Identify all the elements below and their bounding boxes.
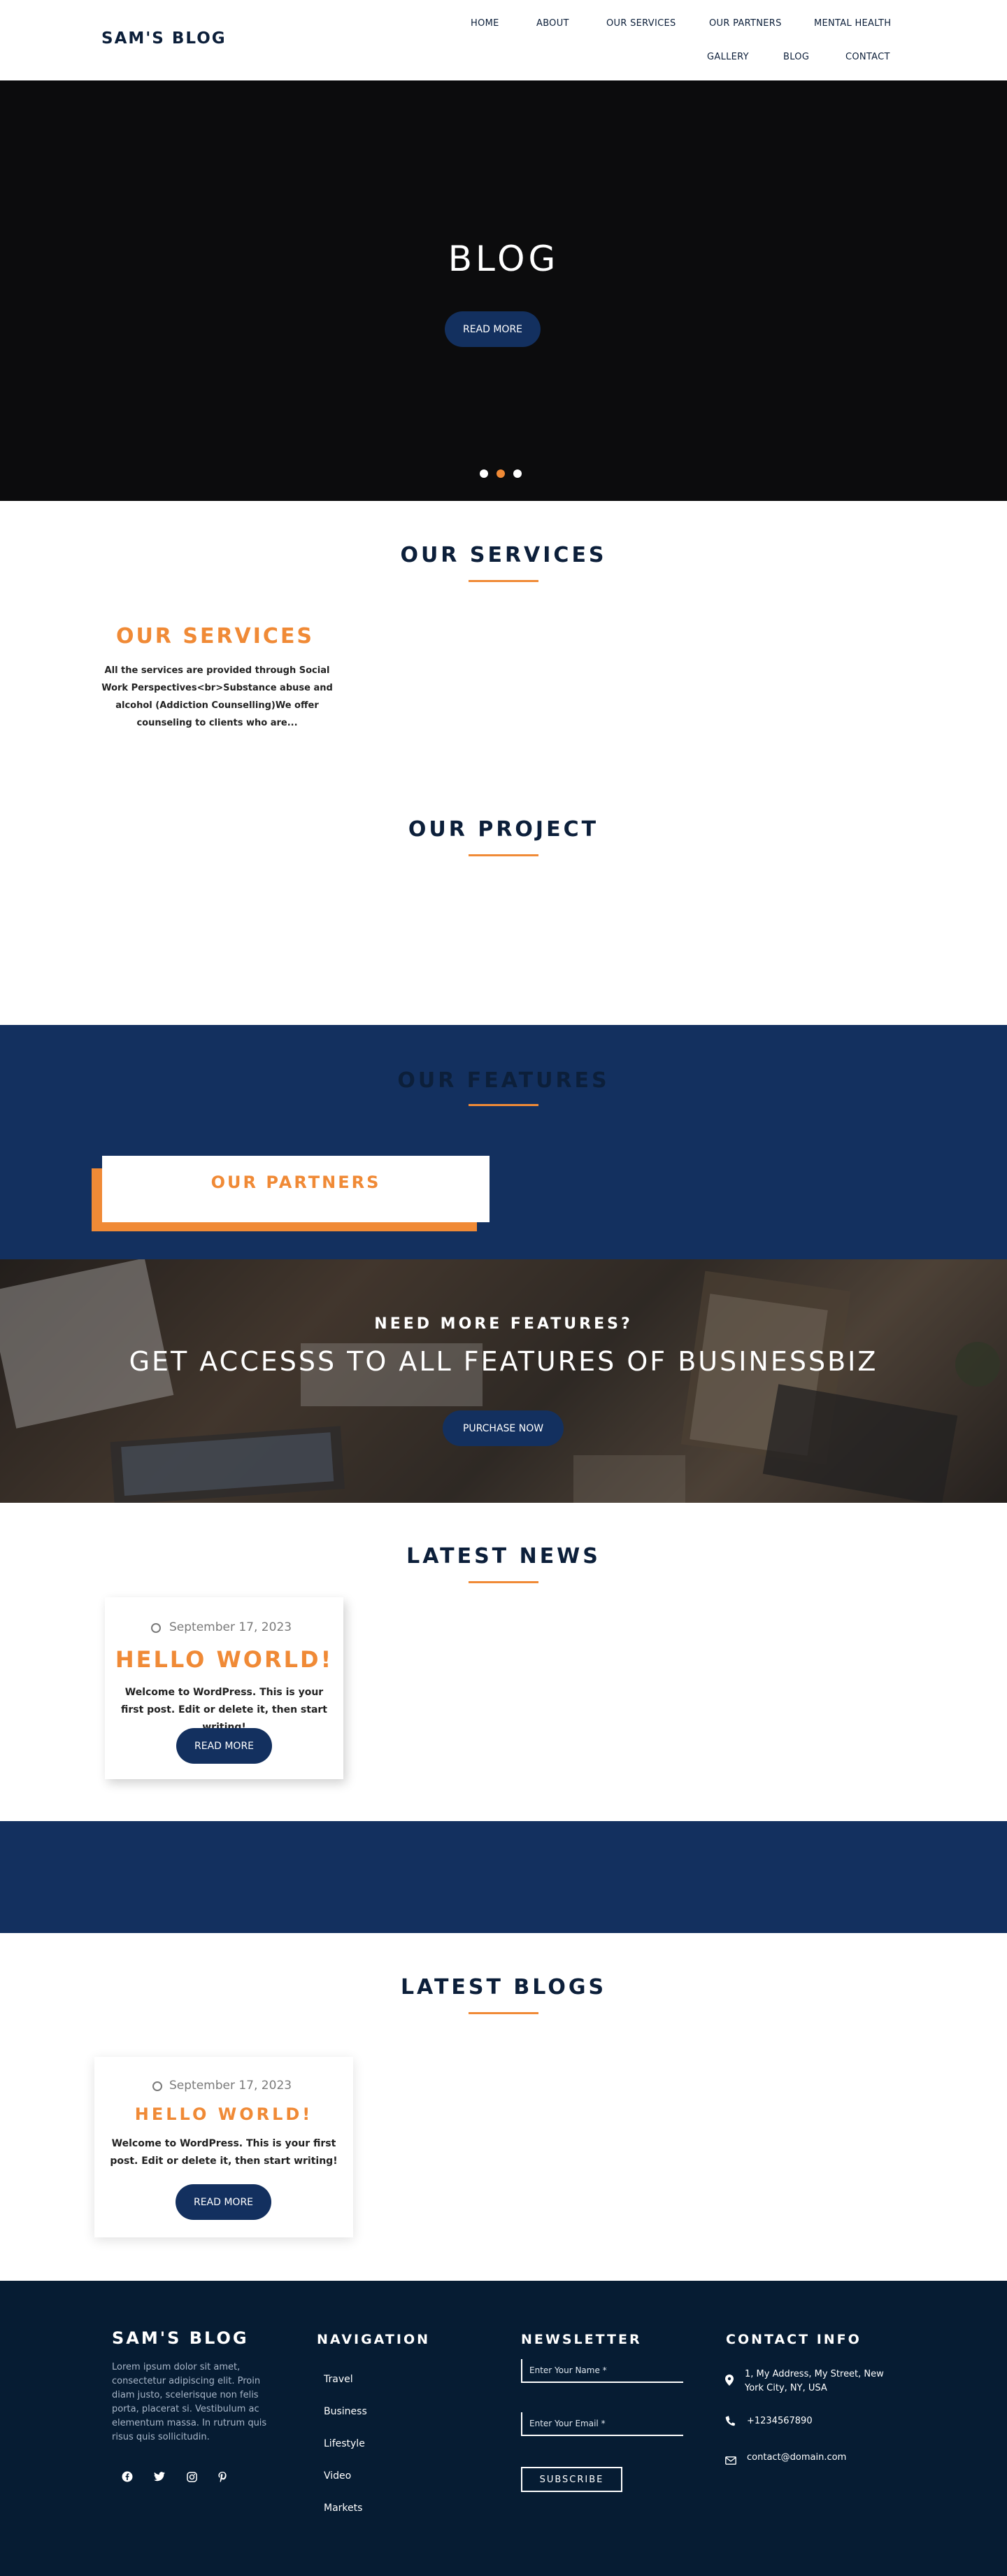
hero-title: BLOG [448, 239, 559, 279]
clock-icon [152, 2081, 162, 2091]
blogs-section-title: LATEST BLOGS [400, 1975, 607, 2000]
blog-excerpt: Welcome to WordPress. This is your first… [110, 2138, 338, 2167]
footer-nav-markets[interactable]: Markets [324, 2503, 362, 2514]
footer-navigation-title: NAVIGATION [317, 2332, 430, 2347]
footer-contact-title: CONTACT INFO [726, 2332, 862, 2347]
services-title-underline [469, 580, 538, 582]
features-title-underline [469, 1104, 538, 1106]
services-card-title: OUR SERVICES [115, 624, 315, 649]
blogs-title-underline [469, 2012, 538, 2014]
footer-nav-business[interactable]: Business [324, 2406, 367, 2417]
clock-icon [151, 1623, 161, 1633]
slider-dot-1[interactable] [480, 469, 488, 478]
nav-contact[interactable]: CONTACT [845, 52, 890, 62]
news-read-more-button[interactable]: READ MORE [176, 1728, 272, 1764]
partners-card: OUR PARTNERS [102, 1156, 490, 1222]
site-header: SAM'S BLOG HOME ABOUT OUR SERVICES OUR P… [0, 0, 1007, 80]
footer-brand: SAM'S BLOG [112, 2328, 249, 2348]
slider-dot-2[interactable] [497, 469, 505, 478]
hero-read-more-button[interactable]: READ MORE [445, 311, 541, 347]
footer-about-text: Lorem ipsum dolor sit amet, consectetur … [112, 2362, 267, 2442]
subscribe-button[interactable]: SUBSCRIBE [521, 2467, 622, 2492]
newsletter-name-input[interactable] [521, 2359, 683, 2383]
blog-date: September 17, 2023 [169, 2079, 292, 2093]
features-section-title: OUR FEATURES [397, 1068, 610, 1093]
site-footer: SAM'S BLOG Lorem ipsum dolor sit amet, c… [0, 2281, 1007, 2576]
news-title-underline [469, 1581, 538, 1583]
nav-about[interactable]: ABOUT [536, 18, 569, 29]
news-section-title: LATEST NEWS [406, 1544, 601, 1569]
blog-read-more-button[interactable]: READ MORE [176, 2184, 271, 2220]
services-section-title: OUR SERVICES [400, 543, 607, 567]
footer-nav-travel[interactable]: Travel [324, 2374, 353, 2385]
newsletter-email-input[interactable] [521, 2412, 683, 2436]
features-section: OUR FEATURES OUR PARTNERS [0, 1025, 1007, 1259]
twitter-icon[interactable] [150, 2467, 169, 2486]
slider-dot-3[interactable] [513, 469, 522, 478]
services-card-text: All the services are provided through So… [101, 665, 333, 728]
facebook-icon[interactable] [117, 2467, 137, 2486]
contact-phone[interactable]: +1234567890 [747, 2416, 813, 2426]
map-pin-icon [725, 2375, 734, 2389]
news-post-title[interactable]: HELLO WORLD! [105, 1646, 343, 1673]
nav-blog[interactable]: BLOG [783, 52, 809, 62]
contact-email[interactable]: contact@domain.com [747, 2452, 846, 2463]
cta-banner: NEED MORE FEATURES? GET ACCESSS TO ALL F… [0, 1259, 1007, 1503]
partners-title: OUR PARTNERS [210, 1173, 381, 1192]
nav-gallery[interactable]: GALLERY [707, 52, 749, 62]
project-section-title: OUR PROJECT [408, 817, 599, 842]
hero-slider: BLOG READ MORE [0, 80, 1007, 501]
instagram-icon[interactable] [182, 2467, 201, 2486]
project-title-underline [469, 854, 538, 856]
news-date: September 17, 2023 [169, 1620, 292, 1634]
contact-address: 1, My Address, My Street, New York City,… [745, 2369, 884, 2393]
news-card: September 17, 2023 HELLO WORLD! Welcome … [105, 1597, 343, 1779]
nav-our-services[interactable]: OUR SERVICES [606, 18, 676, 29]
nav-home[interactable]: HOME [471, 18, 499, 29]
cta-kicker: NEED MORE FEATURES? [374, 1315, 633, 1333]
purchase-now-button[interactable]: PURCHASE NOW [443, 1410, 564, 1446]
site-logo[interactable]: SAM'S BLOG [101, 29, 227, 48]
navy-band [0, 1821, 1007, 1933]
blog-post-title[interactable]: HELLO WORLD! [94, 2104, 353, 2124]
cta-overlay [0, 1259, 1007, 1503]
envelope-icon [725, 2454, 736, 2468]
page: SAM'S BLOG HOME ABOUT OUR SERVICES OUR P… [0, 0, 1007, 2576]
footer-nav-video[interactable]: Video [324, 2470, 351, 2482]
footer-newsletter-title: NEWSLETTER [521, 2332, 642, 2347]
footer-nav-lifestyle[interactable]: Lifestyle [324, 2438, 365, 2449]
pinterest-icon[interactable] [213, 2467, 232, 2486]
cta-headline: GET ACCESSS TO ALL FEATURES OF BUSINESSB… [129, 1346, 878, 1377]
nav-mental-health[interactable]: MENTAL HEALTH [814, 18, 891, 29]
phone-icon [725, 2416, 736, 2429]
nav-our-partners[interactable]: OUR PARTNERS [709, 18, 782, 29]
blog-card: September 17, 2023 HELLO WORLD! Welcome … [94, 2057, 353, 2237]
